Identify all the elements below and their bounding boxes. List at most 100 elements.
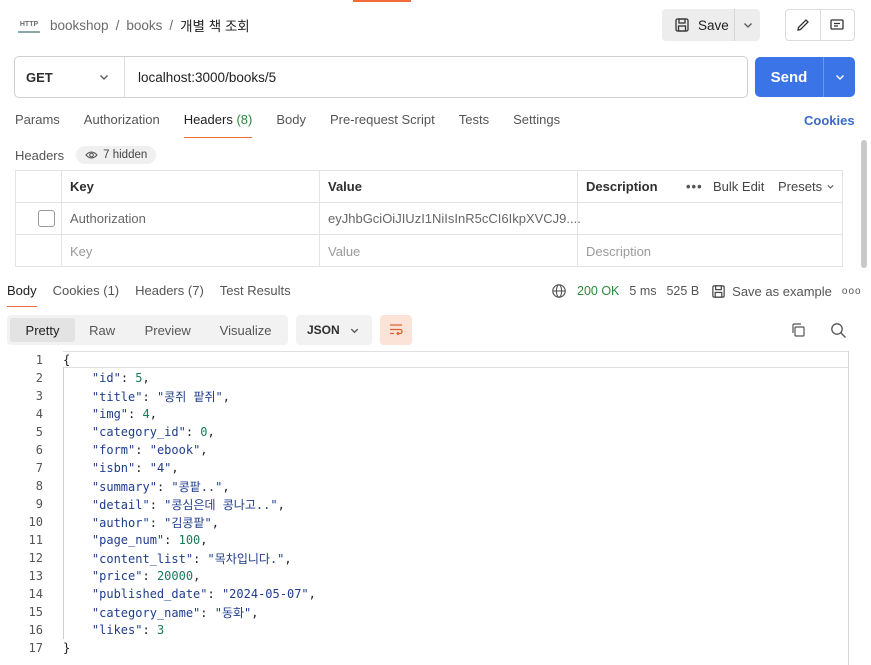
column-header-description-label: Description bbox=[586, 179, 658, 194]
response-tabs: Body Cookies (1) Headers (7) Test Result… bbox=[7, 283, 291, 307]
json-key: "content_list" bbox=[91, 551, 194, 566]
request-pane-scrollbar[interactable] bbox=[861, 140, 867, 268]
bulk-edit-button[interactable]: Bulk Edit bbox=[713, 179, 764, 194]
json-key: "isbn" bbox=[91, 461, 136, 475]
send-button[interactable]: Send bbox=[755, 57, 823, 97]
breadcrumb: HTTP bookshop / books / 개별 책 조회 bbox=[18, 14, 250, 36]
view-tab-visualize[interactable]: Visualize bbox=[206, 318, 285, 342]
tab-settings[interactable]: Settings bbox=[513, 112, 560, 138]
line-number: 4 bbox=[35, 407, 43, 421]
code-line: 12 "content_list": "목차입니다.", bbox=[0, 549, 862, 567]
new-key-input[interactable]: Key bbox=[61, 235, 319, 267]
new-description-input[interactable]: Description bbox=[577, 235, 842, 267]
code-text: } bbox=[63, 641, 71, 655]
comments-button[interactable] bbox=[821, 10, 855, 40]
save-button-group: Save bbox=[662, 9, 760, 41]
save-dropdown-button[interactable] bbox=[734, 9, 760, 41]
search-button[interactable] bbox=[830, 322, 847, 342]
more-options-icon[interactable]: ••• bbox=[686, 179, 703, 194]
header-value-cell[interactable]: eyJhbGciOiJIUzI1NiIsInR5cCI6IkpXVCJ9.... bbox=[319, 203, 581, 234]
edit-button[interactable] bbox=[786, 10, 821, 40]
tab-pre-request-script[interactable]: Pre-request Script bbox=[330, 112, 435, 138]
tab-body[interactable]: Body bbox=[276, 112, 306, 138]
headers-section-header: Headers 7 hidden bbox=[15, 146, 157, 164]
tab-response-body[interactable]: Body bbox=[7, 283, 37, 307]
response-time[interactable]: 5 ms bbox=[629, 284, 656, 298]
format-select[interactable]: JSON bbox=[296, 315, 372, 345]
globe-icon[interactable] bbox=[551, 283, 567, 299]
status-code[interactable]: 200 OK bbox=[577, 284, 619, 298]
save-icon bbox=[712, 284, 725, 298]
presets-dropdown[interactable]: Presets bbox=[778, 179, 835, 194]
header-description-cell[interactable] bbox=[577, 203, 842, 234]
code-text: "likes": 3 bbox=[91, 623, 165, 637]
code-text: "img": 4, bbox=[91, 407, 157, 421]
line-number: 7 bbox=[35, 461, 43, 475]
tab-headers-label: Headers bbox=[183, 112, 233, 127]
url-input[interactable]: localhost:3000/books/5 bbox=[125, 70, 276, 85]
response-body-editor[interactable]: 1{2 "id": 5, 3 "title": "콩쥐 팥쥐", 4 "img": … bbox=[0, 350, 862, 665]
view-tab-preview[interactable]: Preview bbox=[129, 318, 206, 342]
json-key: "published_date" bbox=[91, 587, 208, 601]
table-header-row: Key Value Description ••• Bulk Edit Pres… bbox=[16, 171, 842, 203]
json-value: "콩팥.." bbox=[171, 479, 223, 494]
copy-button[interactable] bbox=[790, 322, 806, 341]
code-line: 2 "id": 5, bbox=[0, 369, 862, 387]
cookies-link[interactable]: Cookies bbox=[804, 113, 855, 128]
method-select[interactable]: GET bbox=[15, 57, 125, 97]
code-line: 11 "page_num": 100, bbox=[0, 531, 862, 549]
tab-response-headers[interactable]: Headers (7) bbox=[135, 283, 204, 307]
json-value: 0 bbox=[200, 425, 208, 439]
more-options-icon[interactable]: ooo bbox=[842, 286, 862, 297]
tab-headers[interactable]: Headers (8) bbox=[183, 112, 253, 138]
row-checkbox[interactable] bbox=[38, 210, 55, 227]
tab-tests[interactable]: Tests bbox=[459, 112, 489, 138]
response-size[interactable]: 525 B bbox=[666, 284, 699, 298]
comment-icon bbox=[830, 19, 844, 30]
save-button[interactable]: Save bbox=[662, 9, 734, 41]
json-value: 3 bbox=[156, 623, 165, 637]
json-key: "price" bbox=[91, 569, 143, 583]
table-row: Authorization eyJhbGciOiJIUzI1NiIsInR5cC… bbox=[16, 203, 842, 235]
line-number: 11 bbox=[28, 533, 43, 547]
url-bar: GET localhost:3000/books/5 bbox=[14, 56, 748, 98]
json-key: "category_name" bbox=[91, 605, 201, 620]
json-value: 20000 bbox=[156, 569, 194, 583]
json-value: "콩쥐 팥쥐" bbox=[156, 389, 223, 404]
tab-authorization[interactable]: Authorization bbox=[84, 112, 160, 138]
json-key: "category_id" bbox=[91, 425, 186, 439]
wrap-lines-button[interactable] bbox=[380, 315, 412, 345]
search-icon bbox=[831, 323, 846, 338]
chevron-down-icon bbox=[827, 184, 834, 189]
column-header-key: Key bbox=[61, 171, 319, 202]
new-value-input[interactable]: Value bbox=[319, 235, 577, 267]
header-key-cell[interactable]: Authorization bbox=[61, 203, 319, 234]
copy-icon bbox=[792, 323, 805, 337]
code-text: "content_list": "목차입니다.", bbox=[91, 551, 292, 566]
json-value: "동화" bbox=[214, 605, 252, 620]
table-row-new: Key Value Description bbox=[16, 235, 842, 267]
tab-test-results[interactable]: Test Results bbox=[220, 283, 291, 307]
json-key: "title" bbox=[91, 389, 143, 404]
json-value: "2024-05-07" bbox=[221, 587, 309, 601]
view-tab-pretty[interactable]: Pretty bbox=[10, 318, 76, 342]
side-actions bbox=[785, 9, 855, 41]
line-number: 3 bbox=[35, 389, 43, 403]
view-tab-raw[interactable]: Raw bbox=[75, 318, 129, 342]
request-tabs: Params Authorization Headers (8) Body Pr… bbox=[15, 112, 560, 138]
code-text: "title": "콩쥐 팥쥐", bbox=[91, 389, 231, 404]
line-number: 2 bbox=[35, 371, 43, 385]
breadcrumb-item-folder[interactable]: books bbox=[126, 18, 162, 33]
hidden-headers-toggle[interactable]: 7 hidden bbox=[76, 146, 157, 164]
save-as-example-button[interactable]: Save as example bbox=[711, 284, 832, 299]
tab-params[interactable]: Params bbox=[15, 112, 60, 138]
json-key: "summary" bbox=[91, 479, 157, 494]
request-title[interactable]: 개별 책 조회 bbox=[180, 15, 250, 35]
send-dropdown-button[interactable] bbox=[823, 57, 855, 97]
breadcrumb-item-collection[interactable]: bookshop bbox=[50, 18, 109, 33]
json-value: "김콩팥" bbox=[164, 515, 212, 530]
tab-response-cookies[interactable]: Cookies (1) bbox=[53, 283, 119, 307]
chevron-down-icon bbox=[350, 328, 359, 333]
tab-headers-count: (8) bbox=[236, 112, 253, 127]
code-text: "price": 20000, bbox=[91, 569, 201, 583]
